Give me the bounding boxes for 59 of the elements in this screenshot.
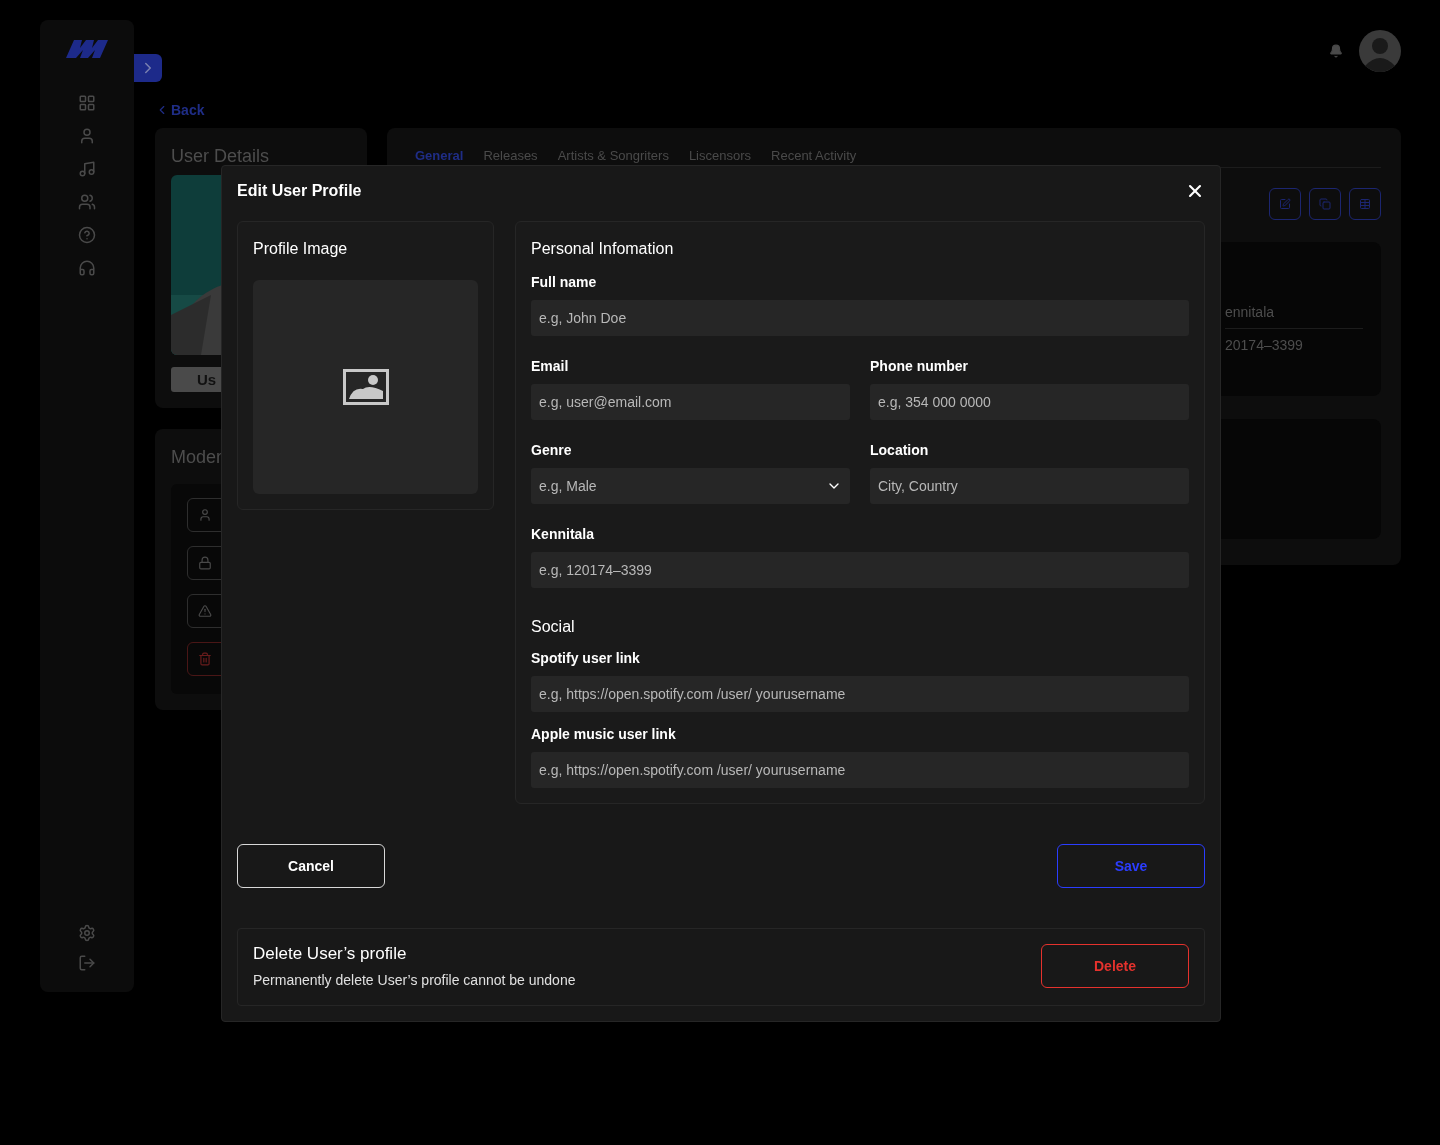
- users-icon[interactable]: [78, 193, 96, 211]
- input-field[interactable]: e.g, John Doe: [531, 300, 1189, 336]
- input-field[interactable]: e.g, 354 000 0000: [870, 384, 1189, 420]
- input-field[interactable]: e.g, user@email.com: [531, 384, 850, 420]
- tab[interactable]: Releases: [483, 148, 538, 163]
- field-label: Full name: [531, 274, 598, 290]
- back-label: Back: [171, 102, 205, 118]
- select-field[interactable]: e.g, Male: [531, 468, 850, 504]
- edit-icon: [1279, 198, 1291, 210]
- tab[interactable]: Liscensors: [688, 148, 752, 163]
- user-icon[interactable]: [78, 127, 96, 145]
- card-title: Moder: [171, 447, 224, 468]
- logout-icon[interactable]: [78, 954, 96, 972]
- input-field[interactable]: e.g, https://open.spotify.com /user/ yourusername: [531, 752, 1189, 788]
- info-label: ennitala: [1225, 304, 1363, 329]
- expand-button[interactable]: [134, 54, 162, 82]
- field-label: Genre: [531, 442, 573, 458]
- section-title: Social: [531, 618, 576, 636]
- section-title: Delete User’s profile: [253, 944, 408, 964]
- table-button[interactable]: [1349, 188, 1381, 220]
- back-link[interactable]: Back: [155, 102, 205, 118]
- logo: [66, 38, 108, 60]
- grid-icon[interactable]: [78, 94, 96, 112]
- music-icon[interactable]: [78, 160, 96, 178]
- field-label: Apple music user link: [531, 726, 677, 742]
- tab[interactable]: Artists & Songriters: [557, 148, 669, 163]
- card-title: User Details: [171, 146, 271, 167]
- user-icon: [198, 508, 212, 522]
- warning-icon: [198, 604, 212, 618]
- table-icon: [1359, 198, 1371, 210]
- edit-button[interactable]: [1269, 188, 1301, 220]
- delete-button[interactable]: Delete: [1041, 944, 1189, 988]
- tab[interactable]: General: [415, 148, 464, 163]
- field-label: Spotify user link: [531, 650, 641, 666]
- avatar[interactable]: [1359, 30, 1401, 72]
- field-label: Email: [531, 358, 570, 374]
- input-field[interactable]: e.g, 120174–3399: [531, 552, 1189, 588]
- help-icon[interactable]: [78, 226, 96, 244]
- copy-button[interactable]: [1309, 188, 1341, 220]
- field-label: Location: [870, 442, 930, 458]
- save-button[interactable]: Save: [1057, 844, 1205, 888]
- cancel-button[interactable]: Cancel: [237, 844, 385, 888]
- section-title: Profile Image: [253, 240, 349, 258]
- dialog-title: Edit User Profile: [237, 182, 362, 200]
- input-field[interactable]: e.g, https://open.spotify.com /user/ yourusername: [531, 676, 1189, 712]
- section-title: Personal Infomation: [531, 240, 675, 258]
- image-icon: [342, 369, 389, 405]
- section-description: Permanently delete User’s profile cannot be undone: [253, 972, 576, 988]
- field-label: Phone number: [870, 358, 969, 374]
- lock-icon: [198, 556, 212, 570]
- copy-icon: [1319, 198, 1331, 210]
- bell-icon[interactable]: [1329, 44, 1343, 58]
- headset-icon[interactable]: [78, 259, 96, 277]
- tab[interactable]: Recent Activity: [771, 148, 857, 163]
- info-value: 20174–3399: [1225, 337, 1304, 353]
- trash-icon: [198, 652, 212, 666]
- settings-icon[interactable]: [78, 924, 96, 942]
- input-field[interactable]: City, Country: [870, 468, 1189, 504]
- field-label: Kennitala: [531, 526, 595, 542]
